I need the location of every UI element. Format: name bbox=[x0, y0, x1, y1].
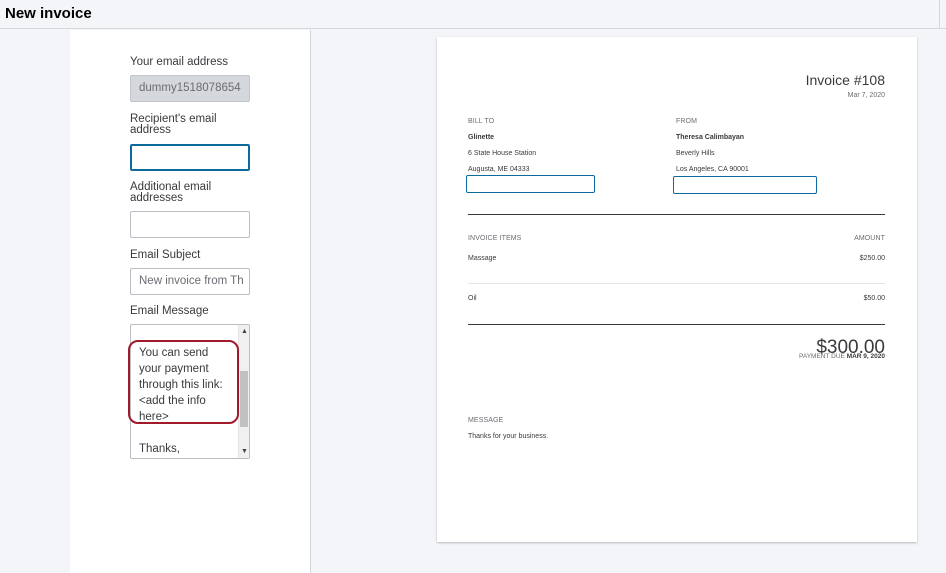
message-scrollbar[interactable]: ▲ ▼ bbox=[238, 325, 249, 458]
divider bbox=[468, 324, 885, 325]
from-name: Theresa Calimbayan bbox=[676, 134, 745, 141]
invoice-date: Mar 7, 2020 bbox=[847, 92, 885, 99]
email-subject-label: Email Subject bbox=[130, 249, 201, 261]
payment-due: PAYMENT DUE MAR 9, 2020 bbox=[799, 353, 885, 360]
from-input[interactable] bbox=[673, 176, 817, 194]
item-divider bbox=[468, 283, 885, 284]
line-item-name: Oil bbox=[468, 295, 477, 302]
bill-to-input[interactable] bbox=[466, 175, 595, 193]
page-title: New invoice bbox=[5, 5, 92, 22]
line-item-amount: $250.00 bbox=[859, 255, 885, 262]
recipient-email-label: Recipient's email address bbox=[130, 113, 217, 136]
additional-emails-field[interactable] bbox=[130, 211, 250, 238]
email-message-label: Email Message bbox=[130, 305, 209, 317]
line-item-amount: $50.00 bbox=[863, 295, 885, 302]
message-label: MESSAGE bbox=[468, 417, 504, 424]
email-subject-field[interactable]: New invoice from Th bbox=[130, 268, 250, 295]
payment-due-date: MAR 9, 2020 bbox=[846, 353, 885, 360]
divider bbox=[468, 214, 885, 215]
invoice-preview: Invoice #108 Mar 7, 2020 BILL TO Glinett… bbox=[437, 37, 917, 542]
invoice-title: Invoice #108 bbox=[805, 72, 885, 88]
bill-to-label: BILL TO bbox=[468, 118, 495, 125]
your-email-field: dummy1518078654 bbox=[130, 75, 250, 102]
title-bar-edge bbox=[939, 0, 940, 28]
bill-to-line1: 6 State House Station bbox=[468, 150, 537, 157]
scroll-thumb[interactable] bbox=[240, 371, 248, 427]
line-item-name: Massage bbox=[468, 255, 497, 262]
recipient-email-field[interactable] bbox=[130, 144, 250, 171]
payment-due-label: PAYMENT DUE bbox=[799, 353, 845, 360]
message-highlight-annotation bbox=[128, 340, 239, 424]
email-form-panel: Your email address dummy1518078654 Recip… bbox=[70, 30, 311, 573]
your-email-label: Your email address bbox=[130, 56, 229, 68]
from-line2: Los Angeles, CA 90001 bbox=[676, 166, 749, 173]
additional-emails-label: Additional email addresses bbox=[130, 181, 212, 204]
invoice-items-label: INVOICE ITEMS bbox=[468, 235, 522, 242]
from-label: FROM bbox=[676, 118, 698, 125]
bill-to-line2: Augusta, ME 04333 bbox=[468, 166, 530, 173]
from-line1: Beverly Hills bbox=[676, 150, 715, 157]
bill-to-name: Glinette bbox=[468, 134, 495, 141]
left-gutter bbox=[0, 30, 70, 573]
title-bar: New invoice bbox=[0, 0, 946, 29]
scroll-down-icon[interactable]: ▼ bbox=[241, 448, 248, 455]
message-text: Thanks for your business. bbox=[468, 433, 549, 440]
scroll-up-icon[interactable]: ▲ bbox=[241, 328, 248, 335]
amount-label: AMOUNT bbox=[854, 235, 885, 242]
